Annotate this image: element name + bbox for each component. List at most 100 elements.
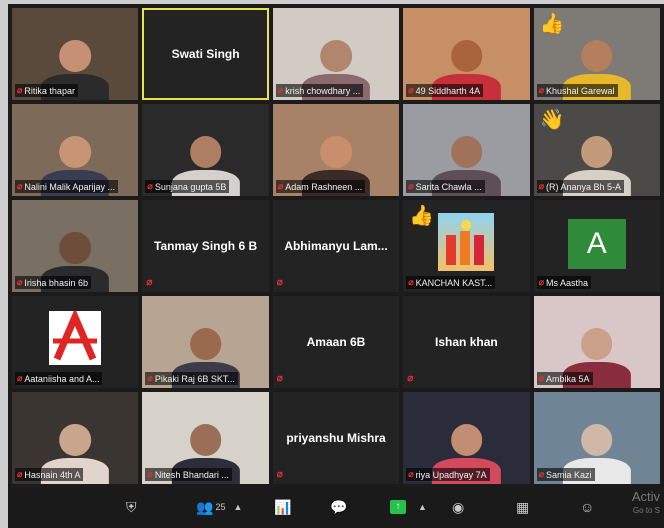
participant-name-label: ⌀ Sunjana gupta 5B (145, 180, 230, 193)
participant-name: Sarita Chawla ... (415, 181, 482, 192)
activation-watermark: Activ Go to S (632, 490, 660, 518)
profile-avatar: A (567, 219, 626, 270)
reactions-button[interactable]: ☺ (580, 496, 594, 518)
breakout-rooms-button[interactable]: ▦ (516, 496, 529, 518)
participant-name-label: ⌀ Irisha bhasin 6b (15, 276, 91, 289)
muted-mic-icon: ⌀ (408, 85, 414, 95)
muted-mic-icon: ⌀ (17, 277, 23, 287)
participant-tile[interactable]: Tanmay Singh 6 B ⌀ (142, 200, 269, 292)
participant-name: Pikaki Raj 6B SKT... (154, 373, 235, 384)
participant-name-label: ⌀ 49 Siddharth 4A (406, 84, 484, 97)
participant-name: Ambika 5A (546, 373, 590, 384)
participant-name-label: ⌀ riya Upadhyay 7A (406, 468, 490, 481)
participant-tile[interactable]: ⌀ Sarita Chawla ... (403, 104, 530, 196)
participant-name-label: ⌀ Aataniisha and A... (15, 372, 103, 385)
participant-tile[interactable]: Abhimanyu Lam... ⌀ (272, 200, 400, 292)
participant-tile[interactable]: ⌀ krish chowdhary ... (272, 8, 400, 100)
participant-tile[interactable]: Amaan 6B ⌀ (272, 296, 400, 388)
muted-mic-icon: ⌀ (538, 181, 545, 191)
reaction-emoji-icon: 👍 (539, 13, 565, 35)
participant-tile[interactable]: ⌀ Nitesh Bhandari ... (142, 392, 269, 484)
participant-tile[interactable]: ⌀ Irisha bhasin 6b (12, 200, 139, 292)
chat-button[interactable]: 💬 (330, 496, 347, 518)
participant-name-display: priyanshu Mishra (286, 431, 386, 445)
chevron-up-icon: ▲ (418, 502, 427, 512)
participant-name-label: ⌀ Sarita Chawla ... (406, 180, 485, 193)
participant-name-label: ⌀ Ambika 5A (536, 372, 593, 385)
participant-tile[interactable]: ⌀ Adam Rashneen ... (272, 104, 400, 196)
muted-mic-icon: ⌀ (276, 469, 283, 480)
participant-tile[interactable]: 👋 ⌀ (R) Ananya Bh 5-A (533, 104, 660, 196)
participant-name-label: ⌀ Nalini Malik Aparijay ... (15, 180, 118, 193)
profile-picture-drinks (438, 213, 495, 272)
share-screen-icon: ↑ (390, 500, 406, 514)
muted-mic-icon: ⌀ (538, 277, 545, 287)
participant-tile[interactable]: 👍 ⌀ Khushal Garewal (533, 8, 660, 100)
meeting-window: ⌀ Ritika thapar Swati Singh ⌀ krish chowdhar… (8, 4, 664, 528)
record-button[interactable]: ◉ (452, 496, 464, 518)
participant-name: KANCHAN KAST... (415, 277, 493, 288)
participant-tile[interactable]: Ishan khan ⌀ (403, 296, 530, 388)
participants-icon: 👥 (196, 499, 214, 515)
grid-icon: ▦ (516, 499, 530, 515)
security-button[interactable]: ⛨ (126, 496, 137, 518)
participants-count: 25 (215, 502, 226, 512)
participant-name-display: Tanmay Singh 6 B (154, 239, 258, 253)
participant-tile[interactable]: ⌀ Samia Kazi (533, 392, 660, 484)
participant-name: Ritika thapar (24, 85, 75, 96)
meeting-toolbar: ⛨ 👥 25 ▲ 📊 💬 ↑ ▲ ◉ ▦ ☺ Activ Go to S (8, 488, 664, 528)
participant-tile[interactable]: 👍 ⌀ KANCHAN KAST... (403, 200, 530, 292)
participant-tile[interactable]: A ⌀ Ms Aastha (533, 200, 660, 292)
participant-name: (R) Ananya Bh 5-A (546, 181, 622, 192)
participant-tile[interactable]: Swati Singh (142, 8, 269, 100)
muted-mic-icon: ⌀ (538, 85, 545, 95)
participant-tile[interactable]: ⌀ Ritika thapar (12, 8, 139, 100)
chevron-up-icon: ▲ (233, 502, 243, 512)
participant-tile[interactable]: ⌀ Hasnain 4th A (12, 392, 139, 484)
muted-mic-icon: ⌀ (277, 181, 284, 191)
muted-mic-icon: ⌀ (147, 373, 153, 383)
participant-tile[interactable]: ⌀ Ambika 5A (533, 296, 660, 388)
muted-mic-icon: ⌀ (147, 181, 153, 191)
reaction-emoji-icon: 👋 (539, 109, 565, 131)
share-screen-button[interactable]: ↑ ▲ (390, 496, 427, 518)
watermark-title: Activ (631, 489, 660, 504)
muted-mic-icon: ⌀ (276, 373, 283, 384)
participant-name: Khushal Garewal (546, 85, 615, 96)
participant-name: Irisha bhasin 6b (24, 277, 88, 288)
polls-button[interactable]: 📊 (274, 496, 291, 518)
participant-tile[interactable]: ⌀ Aataniisha and A... (12, 296, 139, 388)
participant-name: Aataniisha and A... (24, 373, 100, 384)
participant-name-display: Swati Singh (171, 47, 240, 61)
participant-tile[interactable]: ⌀ 49 Siddharth 4A (403, 8, 530, 100)
muted-mic-icon: ⌀ (146, 277, 153, 288)
shield-icon: ⛨ (126, 499, 137, 515)
participant-tile[interactable]: ⌀ Sunjana gupta 5B (142, 104, 269, 196)
muted-mic-icon: ⌀ (17, 181, 23, 191)
participant-name: 49 Siddharth 4A (415, 85, 481, 96)
record-icon: ◉ (452, 499, 465, 515)
muted-mic-icon: ⌀ (17, 469, 23, 479)
participant-name-label: ⌀ Khushal Garewal (536, 84, 618, 97)
participant-name-label: ⌀ Nitesh Bhandari ... (145, 468, 232, 481)
participant-tile[interactable]: ⌀ Nalini Malik Aparijay ... (12, 104, 139, 196)
participant-name-label: ⌀ Adam Rashneen ... (275, 180, 366, 193)
participant-name-label: ⌀ Pikaki Raj 6B SKT... (145, 372, 238, 385)
participants-button[interactable]: 👥 25 ▲ (196, 496, 242, 518)
participant-name-label: ⌀ Hasnain 4th A (15, 468, 84, 481)
muted-mic-icon: ⌀ (538, 373, 545, 383)
participant-tile[interactable]: ⌀ riya Upadhyay 7A (403, 392, 530, 484)
muted-mic-icon: ⌀ (17, 85, 23, 95)
muted-mic-icon: ⌀ (408, 277, 414, 287)
participant-name: Hasnain 4th A (24, 469, 81, 480)
muted-mic-icon: ⌀ (147, 469, 153, 479)
participant-name-display: Amaan 6B (306, 335, 366, 349)
participant-name: krish chowdhary ... (285, 85, 361, 96)
participant-tile[interactable]: ⌀ Pikaki Raj 6B SKT... (142, 296, 269, 388)
participant-tile[interactable]: priyanshu Mishra ⌀ (272, 392, 400, 484)
participant-name: Nalini Malik Aparijay ... (24, 181, 115, 192)
reactions-icon: ☺ (580, 499, 595, 515)
muted-mic-icon: ⌀ (407, 373, 414, 384)
participant-name-label: ⌀ KANCHAN KAST... (406, 276, 496, 289)
participant-name: Nitesh Bhandari ... (154, 469, 229, 480)
